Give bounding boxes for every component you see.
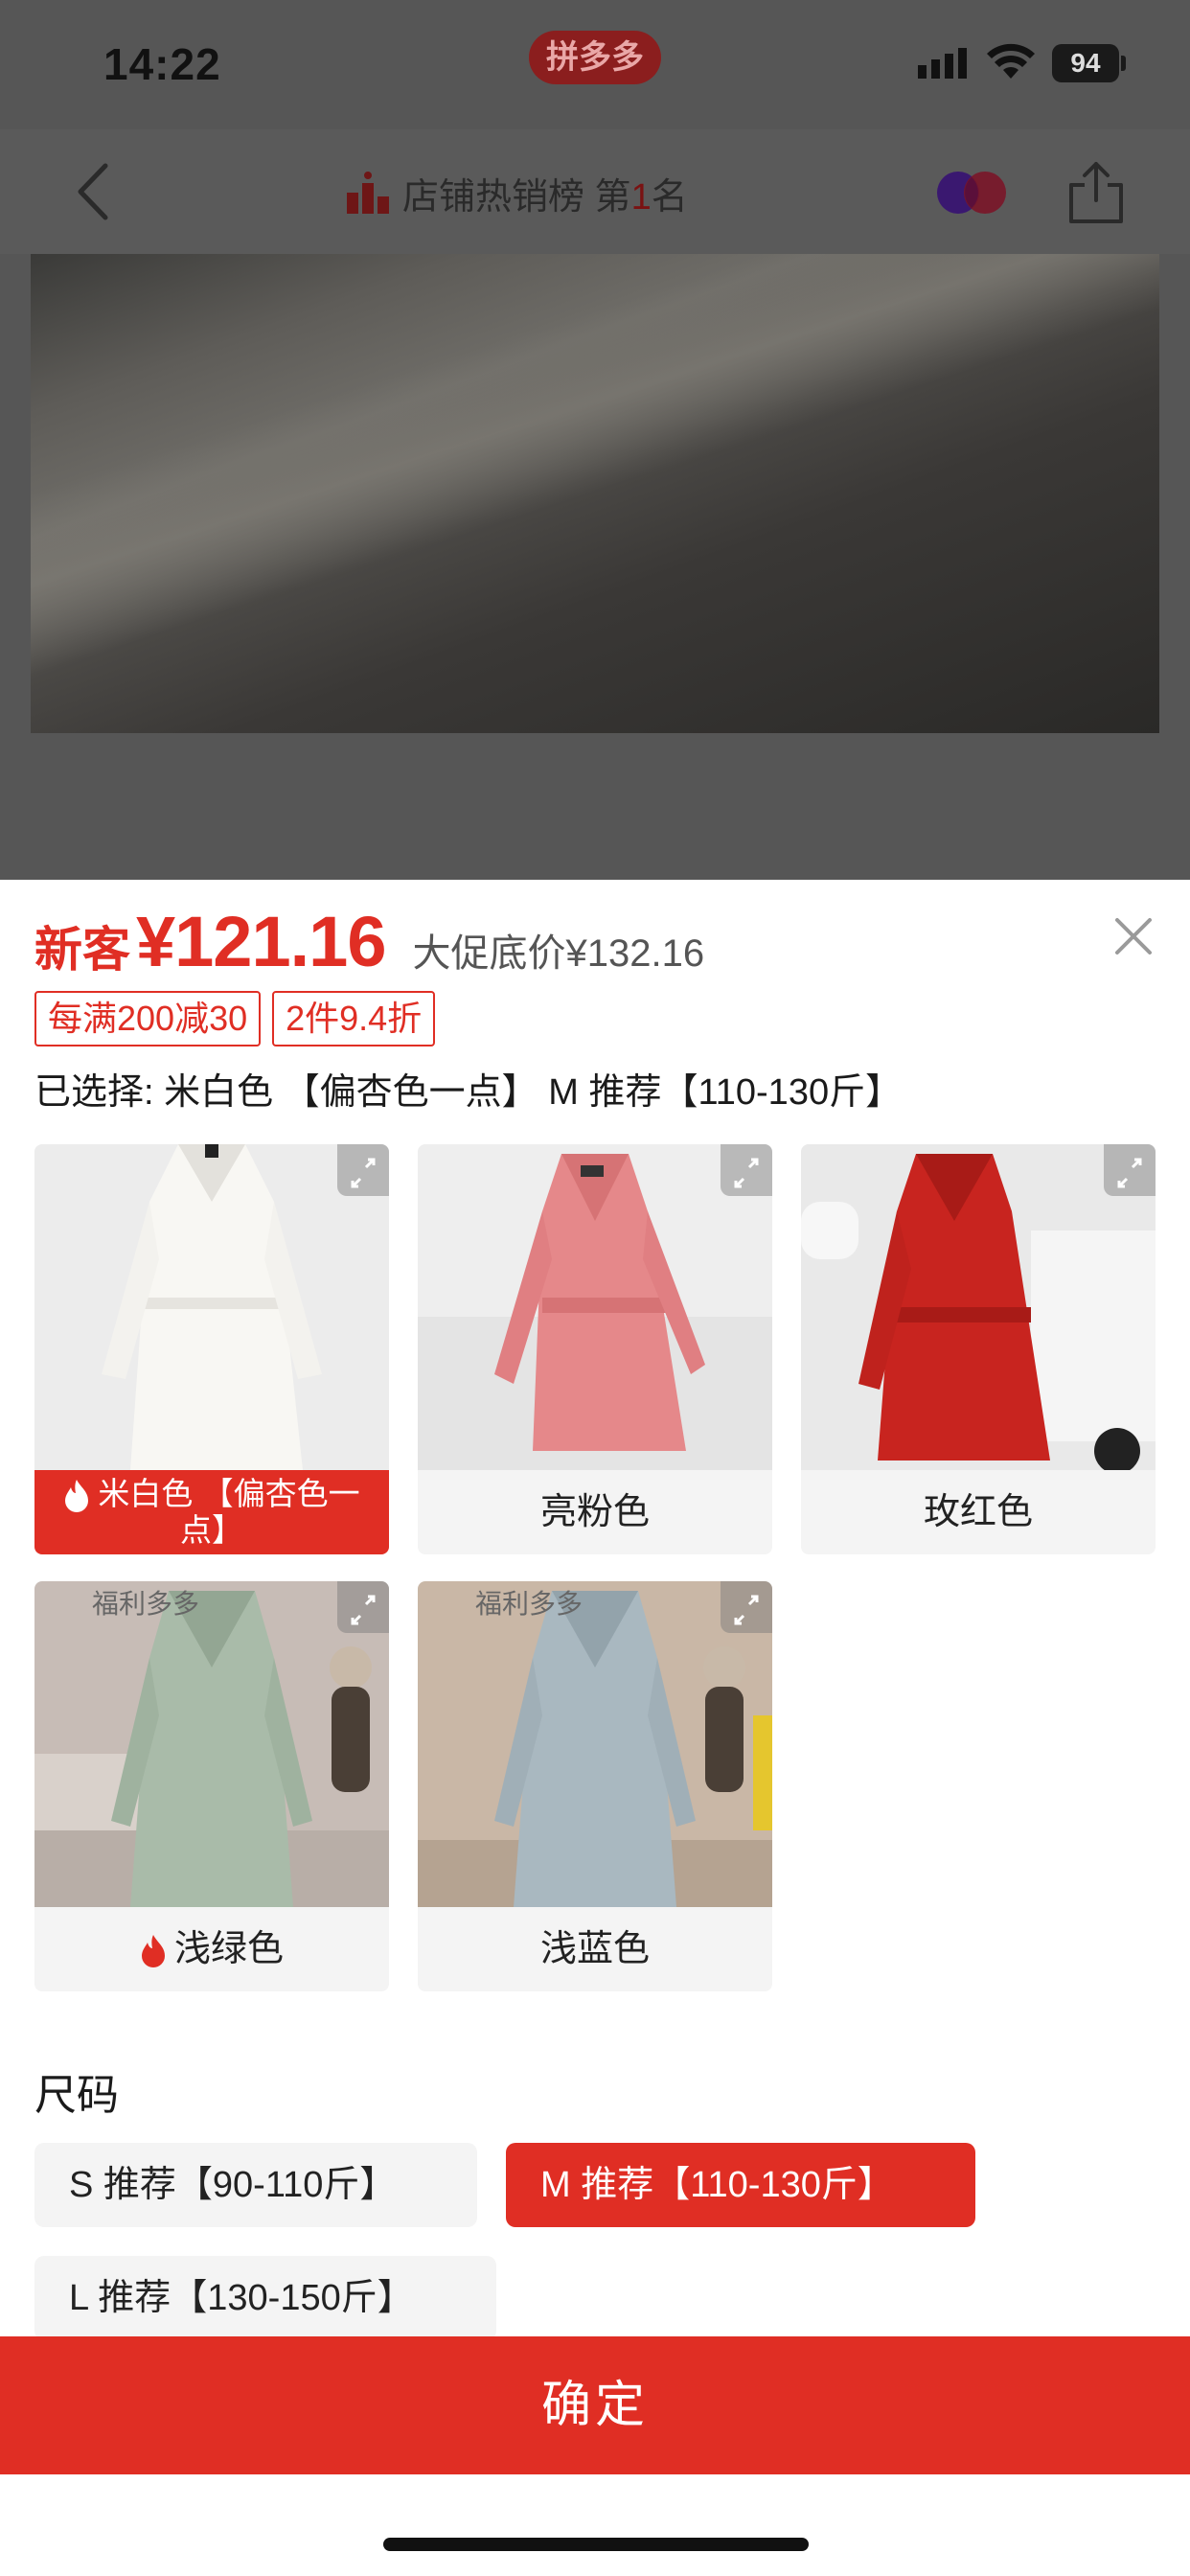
color-option-card[interactable]: 福利多多 浅绿色	[34, 1581, 389, 1991]
status-time: 14:22	[103, 39, 221, 89]
selected-spec-text: 已选择: 米白色 【偏杏色一点】 M 推荐【110-130斤】	[34, 1072, 903, 1113]
image-watermark: 福利多多	[475, 1589, 584, 1619]
color-option-card[interactable]: 亮粉色	[418, 1144, 772, 1554]
color-label: 浅蓝色	[539, 1929, 650, 1969]
image-watermark: 福利多多	[92, 1589, 200, 1619]
coupon-tag: 2件9.4折	[272, 991, 436, 1046]
size-option-s[interactable]: S 推荐【90-110斤】	[34, 2143, 477, 2227]
confirm-button[interactable]: 确定	[0, 2336, 1190, 2474]
color-label: 米白色 【偏杏色一点】	[34, 1470, 389, 1554]
product-thumbnail	[801, 1144, 1156, 1470]
spec-selection-sheet: 新客 ¥121.16 大促底价¥132.16 每满200减30 2件9.4折 已…	[0, 880, 1190, 2576]
expand-icon[interactable]	[721, 1581, 772, 1633]
app-indicator-pill: 拼多多	[529, 31, 661, 84]
color-label-text: 米白色 【偏杏色一点】	[98, 1475, 360, 1549]
battery-indicator: 94	[1052, 44, 1119, 82]
color-option-card[interactable]: 玫红色	[801, 1144, 1156, 1554]
price-row: 新客 ¥121.16 大促底价¥132.16	[34, 901, 704, 987]
rank-number: 1	[630, 176, 652, 218]
expand-icon[interactable]	[1104, 1144, 1156, 1196]
expand-icon[interactable]	[721, 1144, 772, 1196]
signal-icon	[918, 48, 967, 79]
color-label: 浅绿色	[34, 1907, 389, 1991]
color-label: 亮粉色	[539, 1492, 650, 1532]
rank-text: 店铺热销榜 第1名	[402, 167, 688, 219]
coupon-row: 每满200减30 2件9.4折	[34, 991, 436, 1046]
wifi-icon	[987, 43, 1035, 79]
product-thumbnail	[418, 1144, 772, 1470]
podium-icon	[347, 172, 389, 214]
color-label-text: 浅绿色	[173, 1929, 284, 1969]
share-icon[interactable]	[1065, 158, 1127, 225]
dual-circle-icon[interactable]	[935, 168, 1008, 218]
rank-suffix: 名	[651, 176, 688, 218]
product-thumbnail	[34, 1581, 389, 1907]
product-detail-image	[31, 254, 1159, 733]
product-thumbnail	[34, 1144, 389, 1470]
battery-tip	[1121, 56, 1126, 71]
dimmed-product-page: 14:22 拼多多 94 店铺热销榜 第1名	[0, 0, 1190, 880]
product-thumbnail	[418, 1581, 772, 1907]
color-option-card[interactable]: 福利多多 浅蓝色	[418, 1581, 772, 1991]
expand-icon[interactable]	[337, 1144, 389, 1196]
close-icon[interactable]	[1111, 914, 1156, 958]
color-label: 玫红色	[923, 1492, 1033, 1532]
shop-rank-link[interactable]: 店铺热销榜 第1名	[347, 166, 688, 219]
new-customer-label: 新客	[34, 923, 130, 977]
size-option-m[interactable]: M 推荐【110-130斤】	[506, 2143, 975, 2227]
back-arrow-icon[interactable]	[65, 158, 123, 225]
nav-bar: 店铺热销榜 第1名	[0, 129, 1190, 254]
flame-icon	[141, 1934, 165, 1967]
size-option-l[interactable]: L 推荐【130-150斤】	[34, 2256, 496, 2340]
current-price: ¥121.16	[136, 902, 386, 981]
size-section-title: 尺码	[34, 2072, 119, 2119]
expand-icon[interactable]	[337, 1581, 389, 1633]
home-indicator	[383, 2538, 809, 2551]
coupon-tag: 每满200减30	[34, 991, 262, 1046]
promo-floor-price: 大促底价¥132.16	[412, 932, 705, 975]
rank-prefix: 店铺热销榜 第	[402, 176, 631, 218]
color-option-card[interactable]: 米白色 【偏杏色一点】	[34, 1144, 389, 1554]
flame-icon	[65, 1480, 89, 1513]
status-bar: 14:22 拼多多 94	[0, 0, 1190, 129]
